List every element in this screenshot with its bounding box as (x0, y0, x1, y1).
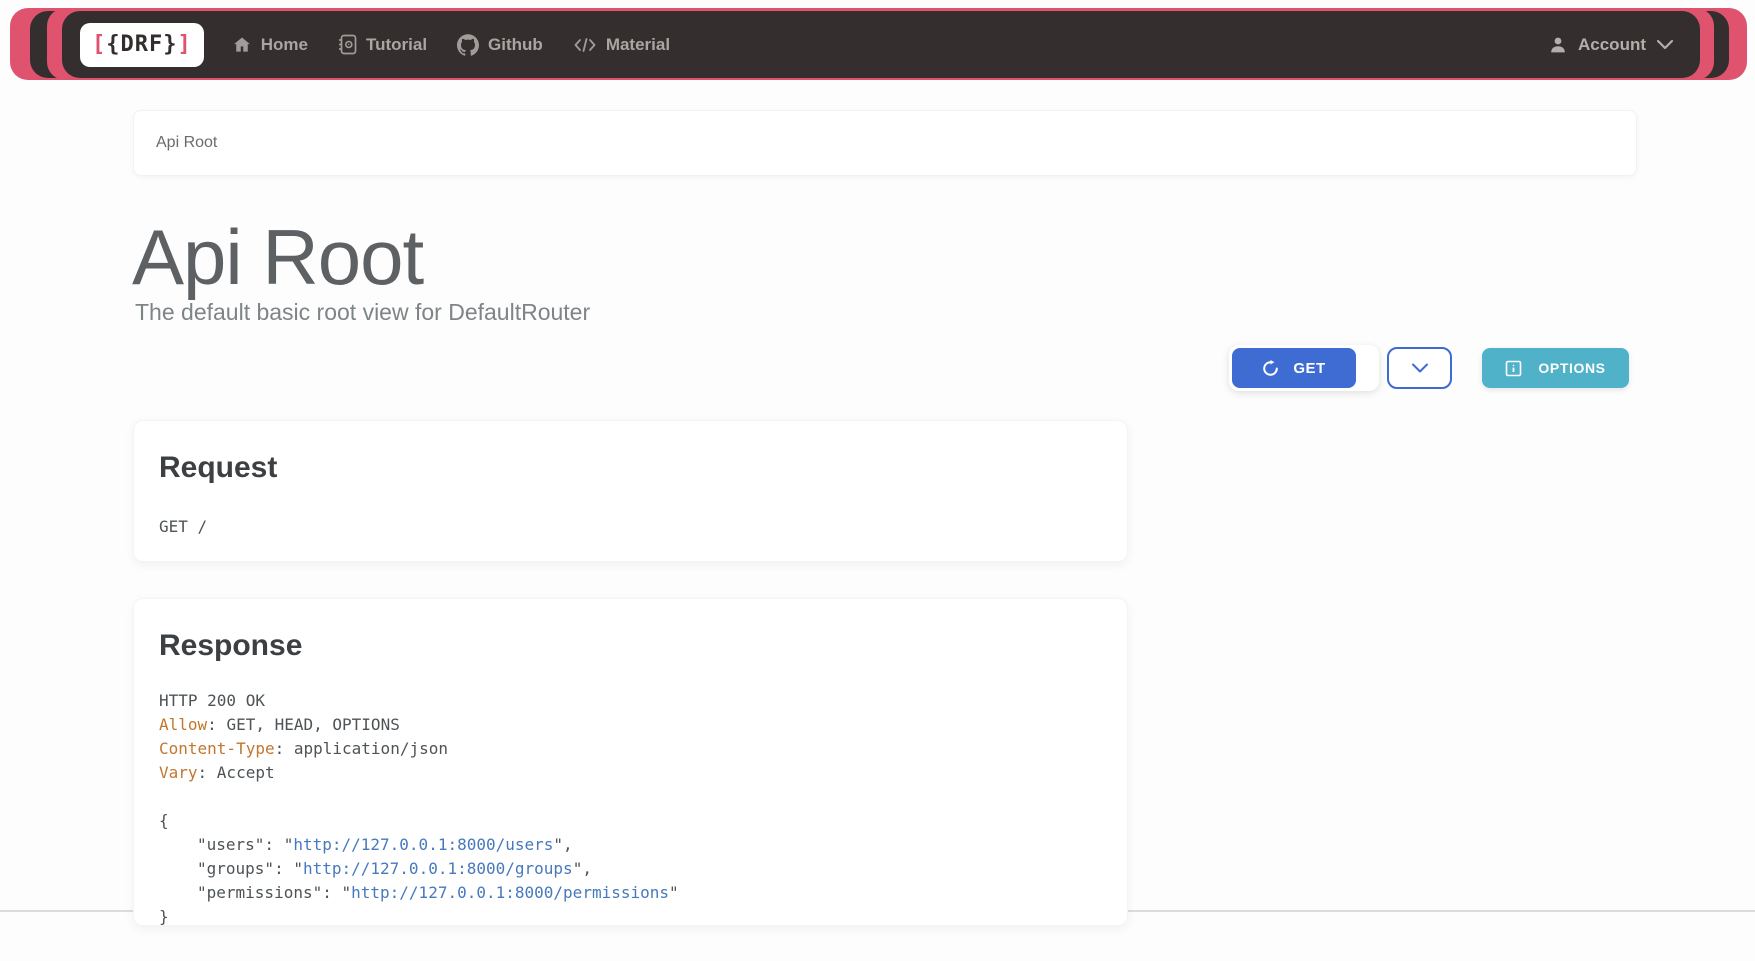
get-button-group: GET (1229, 345, 1379, 391)
github-icon (457, 34, 479, 56)
chevron-down-icon (1656, 39, 1674, 50)
nav-item-label: Tutorial (366, 35, 427, 55)
nav-links: Home Tutorial Github (232, 34, 670, 56)
action-buttons: GET OPTIONS (1229, 345, 1629, 391)
blank-line (159, 785, 1102, 809)
json-entry-permissions: "permissions": "http://127.0.0.1:8000/pe… (159, 881, 1102, 905)
logo-bracket-right: ] (177, 32, 191, 57)
response-header-vary: Vary: Accept (159, 761, 1102, 785)
page-title: Api Root (132, 218, 423, 296)
get-format-dropdown-button[interactable] (1387, 347, 1452, 389)
nav-item-home[interactable]: Home (232, 35, 308, 55)
breadcrumb-item[interactable]: Api Root (156, 134, 217, 152)
response-card: Response HTTP 200 OK Allow: GET, HEAD, O… (133, 598, 1128, 926)
home-icon (232, 35, 252, 55)
nav-item-label: Home (261, 35, 308, 55)
page-subtitle: The default basic root view for DefaultR… (135, 299, 590, 326)
logo-bracket-left: [ (92, 32, 106, 57)
json-entry-groups: "groups": "http://127.0.0.1:8000/groups"… (159, 857, 1102, 881)
groups-url-link[interactable]: http://127.0.0.1:8000/groups (303, 859, 573, 878)
navbar: [ {DRF} ] Home Tutorial (62, 11, 1700, 78)
response-header-content-type: Content-Type: application/json (159, 737, 1102, 761)
account-label: Account (1578, 35, 1646, 55)
json-close-brace: } (159, 905, 1102, 929)
breadcrumb: Api Root (133, 110, 1637, 176)
logo-core: {DRF} (106, 32, 177, 57)
navbar-wrapper: [ {DRF} ] Home Tutorial (0, 0, 1755, 90)
permissions-url-link[interactable]: http://127.0.0.1:8000/permissions (351, 883, 669, 902)
json-entry-users: "users": "http://127.0.0.1:8000/users", (159, 833, 1102, 857)
response-body: HTTP 200 OK Allow: GET, HEAD, OPTIONS Co… (159, 689, 1102, 929)
account-menu[interactable]: Account (1548, 35, 1674, 55)
request-title: Request (159, 451, 1102, 485)
get-button-label: GET (1293, 360, 1325, 377)
options-button-label: OPTIONS (1538, 360, 1605, 376)
response-title: Response (159, 629, 1102, 663)
person-icon (1548, 35, 1568, 55)
get-button[interactable]: GET (1232, 348, 1356, 388)
tutorial-journal-icon (338, 34, 357, 55)
nav-item-label: Github (488, 35, 543, 55)
info-square-icon (1505, 360, 1522, 377)
nav-item-github[interactable]: Github (457, 34, 543, 56)
options-button[interactable]: OPTIONS (1482, 348, 1629, 388)
status-line: HTTP 200 OK (159, 689, 1102, 713)
request-card: Request GET / (133, 420, 1128, 562)
nav-item-label: Material (606, 35, 670, 55)
drf-logo[interactable]: [ {DRF} ] (80, 23, 204, 67)
users-url-link[interactable]: http://127.0.0.1:8000/users (293, 835, 553, 854)
code-icon (573, 36, 597, 54)
nav-item-material[interactable]: Material (573, 35, 670, 55)
nav-item-tutorial[interactable]: Tutorial (338, 34, 427, 55)
refresh-icon (1262, 360, 1279, 377)
request-line: GET / (159, 515, 1102, 539)
json-open-brace: { (159, 809, 1102, 833)
chevron-down-icon (1410, 362, 1430, 374)
response-header-allow: Allow: GET, HEAD, OPTIONS (159, 713, 1102, 737)
